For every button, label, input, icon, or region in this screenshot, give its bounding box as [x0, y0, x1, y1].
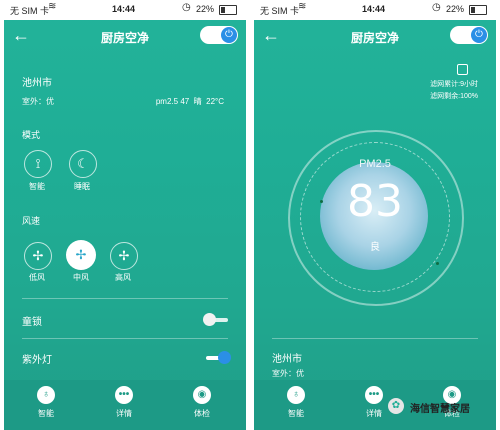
battery-icon	[219, 5, 237, 15]
status-bar: 无 SIM 卡 ≋ 14:44 ◷ 22%	[4, 0, 246, 20]
weather-text: 晴	[193, 97, 202, 106]
status-time: 14:44	[362, 4, 386, 14]
fan-mid-button[interactable]: ✢	[66, 240, 96, 270]
power-toggle[interactable]: ⏻	[200, 26, 238, 44]
tab-label-detail: 详情	[116, 409, 132, 418]
tab-label-checkup: 体检	[194, 409, 210, 418]
filter-remaining: 滤网剩余:100%	[430, 93, 478, 100]
carrier-label: 无 SIM 卡	[10, 6, 50, 16]
tab-smart[interactable]: ♁ 智能	[26, 386, 66, 419]
battery-percent: 22%	[446, 4, 465, 14]
city-name: 池州市	[272, 354, 302, 365]
mode-label-smart: 智能	[29, 182, 45, 191]
child-lock-toggle[interactable]	[203, 313, 228, 326]
toggle-knob	[218, 351, 231, 364]
tab-smart[interactable]: ♁ 智能	[276, 386, 316, 419]
pm-value: 83	[347, 176, 403, 227]
bulb-icon: ♁	[287, 386, 305, 404]
divider	[22, 298, 228, 299]
app-header: ← 厨房空净 ⏻	[4, 22, 246, 52]
outdoor-pm: pm2.5 47	[155, 97, 190, 106]
tab-label-smart: 智能	[38, 409, 54, 418]
fan-label-high: 高风	[115, 273, 131, 282]
uv-lamp-label: 紫外灯	[22, 355, 52, 366]
fan-section-title: 风速	[22, 216, 41, 226]
outdoor-weather: pm2.5 47 晴 22°C	[156, 96, 224, 107]
fan-mid-icon: ✢	[75, 247, 87, 262]
divider	[22, 338, 228, 339]
wifi-icon: ≋	[298, 1, 307, 12]
fan-label-mid: 中风	[73, 273, 89, 282]
alarm-icon: ◷	[432, 2, 441, 13]
fan-high-button[interactable]: ✢	[110, 242, 138, 270]
mode-section-title: 模式	[22, 130, 41, 140]
bulb-icon: ♁	[37, 386, 55, 404]
fan-low-button[interactable]: ✢	[24, 242, 52, 270]
pm-label: PM2.5	[359, 158, 391, 170]
bottom-tab-bar: ♁ 智能 ••• 详情 ◉ 体检	[4, 380, 246, 430]
child-lock-label: 童锁	[22, 317, 42, 328]
power-icon: ⏻	[471, 27, 487, 43]
checkup-icon: ◉	[193, 386, 211, 404]
sleep-mode-icon: ☾	[77, 156, 89, 171]
city-name: 池州市	[22, 78, 52, 89]
fan-label-low: 低风	[29, 273, 45, 282]
status-bar: 无 SIM 卡 ≋ 14:44 ◷ 22%	[254, 0, 496, 20]
toggle-knob	[203, 313, 216, 326]
app-header: ← 厨房空净 ⏻	[254, 22, 496, 52]
pm-grade: 良	[370, 242, 380, 253]
alarm-icon: ◷	[182, 2, 191, 13]
more-icon: •••	[365, 386, 383, 404]
control-screen: 无 SIM 卡 ≋ 14:44 ◷ 22% ← 厨房空净 ⏻ 池州市 室外：优 …	[4, 0, 246, 430]
divider	[272, 338, 478, 339]
uv-lamp-toggle[interactable]	[206, 351, 231, 364]
tab-label-smart: 智能	[288, 409, 304, 418]
tab-detail[interactable]: ••• 详情	[104, 386, 144, 419]
battery-icon	[469, 5, 487, 15]
mode-label-sleep: 睡眠	[74, 182, 90, 191]
power-icon: ⏻	[221, 27, 237, 43]
more-icon: •••	[115, 386, 133, 404]
sleep-mode-button[interactable]: ☾	[69, 150, 97, 178]
outdoor-quality: 室外：优	[22, 97, 54, 106]
outdoor-quality: 室外：优	[272, 369, 304, 378]
temperature: 22°C	[206, 97, 224, 106]
status-time: 14:44	[112, 4, 136, 14]
tab-checkup[interactable]: ◉ 体检	[182, 386, 222, 419]
wifi-icon: ≋	[48, 1, 57, 12]
wechat-logo-icon: ✿	[388, 398, 404, 414]
dial-indicator-dot	[436, 262, 439, 265]
filter-icon	[457, 64, 468, 75]
power-toggle[interactable]: ⏻	[450, 26, 488, 44]
filter-used: 滤网累计:9小时	[430, 81, 478, 88]
detail-screen: 无 SIM 卡 ≋ 14:44 ◷ 22% ← 厨房空净 ⏻ 滤网累计:9小时 …	[254, 0, 496, 430]
fan-low-icon: ✢	[32, 248, 44, 263]
carrier-label: 无 SIM 卡	[260, 6, 300, 16]
smart-mode-icon: ⟟	[35, 156, 41, 171]
watermark: ✿ 海信智慧家居	[386, 392, 496, 420]
battery-percent: 22%	[196, 4, 215, 14]
fan-high-icon: ✢	[118, 248, 130, 263]
smart-mode-button[interactable]: ⟟	[24, 150, 52, 178]
watermark-text: 海信智慧家居	[410, 404, 470, 415]
